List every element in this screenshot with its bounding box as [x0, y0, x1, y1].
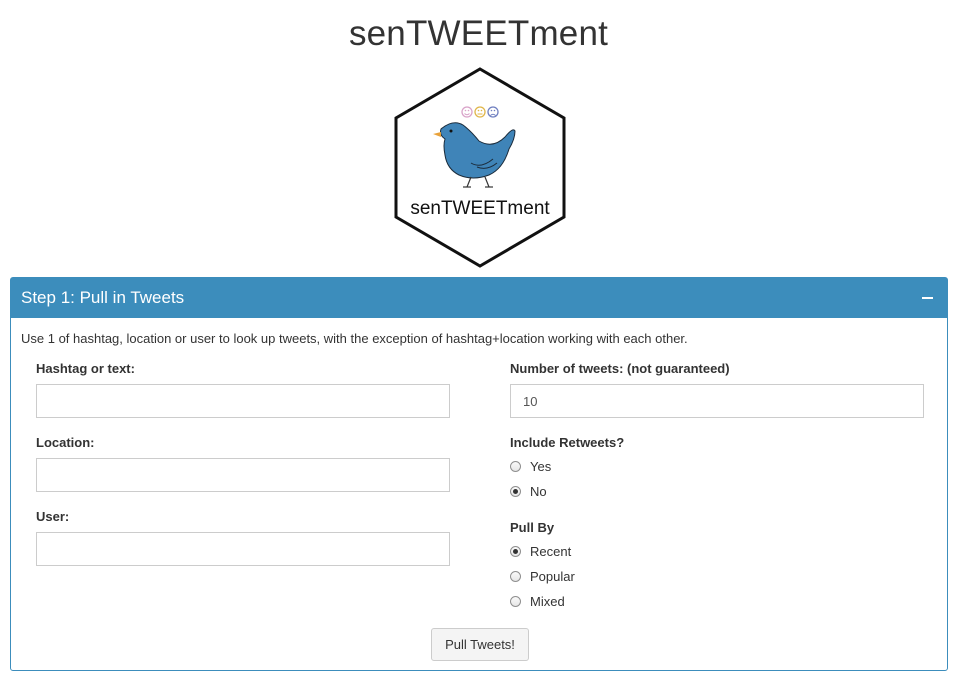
pull-tweets-button[interactable]: Pull Tweets!: [431, 628, 529, 661]
pull-by-label: Pull By: [510, 520, 555, 535]
retweets-option-yes[interactable]: Yes: [510, 459, 551, 474]
radio-button[interactable]: [510, 596, 521, 607]
radio-button[interactable]: [510, 571, 521, 582]
panel-title: Step 1: Pull in Tweets: [21, 288, 185, 307]
logo-text: senTWEETment: [410, 198, 550, 219]
pull-by-option-popular[interactable]: Popular: [510, 569, 575, 584]
radio-label: Popular: [530, 569, 575, 584]
app-logo: senTWEETment: [394, 67, 566, 268]
num-tweets-label: Number of tweets: (not guaranteed): [510, 361, 730, 376]
user-input[interactable]: [36, 532, 450, 566]
num-tweets-input[interactable]: [510, 384, 924, 418]
panel-header: Step 1: Pull in Tweets: [11, 278, 947, 318]
radio-label: No: [530, 484, 547, 499]
pull-by-option-mixed[interactable]: Mixed: [510, 594, 565, 609]
pull-by-option-recent[interactable]: Recent: [510, 544, 571, 559]
radio-label: Yes: [530, 459, 552, 474]
hashtag-label: Hashtag or text:: [36, 361, 135, 376]
panel-intro: Use 1 of hashtag, location or user to lo…: [21, 331, 688, 346]
retweets-label: Include Retweets?: [510, 435, 625, 450]
radio-label: Recent: [530, 544, 572, 559]
radio-button[interactable]: [510, 546, 521, 557]
step1-panel: Step 1: Pull in Tweets Use 1 of hashtag,…: [10, 277, 948, 671]
hashtag-input[interactable]: [36, 384, 450, 418]
user-label: User:: [36, 509, 70, 524]
radio-button[interactable]: [510, 486, 521, 497]
minus-icon[interactable]: [917, 288, 937, 308]
radio-button[interactable]: [510, 461, 521, 472]
retweets-option-no[interactable]: No: [510, 484, 547, 499]
radio-label: Mixed: [530, 594, 565, 609]
location-input[interactable]: [36, 458, 450, 492]
location-label: Location:: [36, 435, 95, 450]
app-title: senTWEETment: [348, 14, 609, 53]
